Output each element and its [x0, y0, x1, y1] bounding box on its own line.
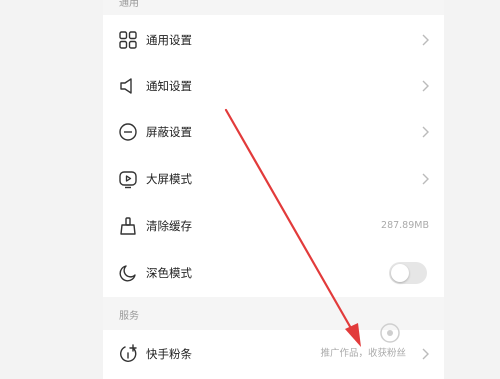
row-dark-mode-label: 深色模式: [146, 266, 192, 280]
boost-icon: [120, 344, 137, 362]
row-notification-settings-label: 通知设置: [146, 79, 192, 93]
moon-icon: [119, 265, 136, 282]
chevron-right-icon: [422, 126, 429, 138]
section-header-services: 服务: [119, 311, 139, 322]
dark-mode-toggle[interactable]: [389, 262, 427, 284]
chevron-right-icon: [422, 34, 429, 46]
row-general-settings-label: 通用设置: [146, 33, 192, 47]
boost-description: 推广作品，收获粉丝: [320, 348, 406, 359]
row-kuaishou-boost-label: 快手粉条: [146, 347, 192, 361]
watermark-logo: [380, 323, 400, 343]
row-big-screen-mode[interactable]: 大屏模式: [103, 156, 444, 202]
row-clear-cache-label: 清除缓存: [146, 219, 192, 233]
row-notification-settings[interactable]: 通知设置: [103, 63, 444, 109]
play-screen-icon: [119, 171, 137, 189]
toggle-knob: [391, 264, 409, 282]
chevron-right-icon: [422, 348, 429, 360]
cache-size-value: 287.89MB: [381, 220, 429, 231]
row-dark-mode[interactable]: 深色模式: [103, 250, 444, 296]
speaker-icon: [120, 78, 132, 94]
general-settings-card: 通用设置 通知设置 屏蔽设置 大屏模式 清除缓存 287.89MB 深色模式: [103, 15, 444, 297]
grid-icon: [119, 31, 137, 49]
chevron-right-icon: [422, 173, 429, 185]
row-block-settings[interactable]: 屏蔽设置: [103, 109, 444, 155]
broom-icon: [120, 217, 136, 235]
row-general-settings[interactable]: 通用设置: [103, 17, 444, 63]
row-block-settings-label: 屏蔽设置: [146, 125, 192, 139]
row-big-screen-mode-label: 大屏模式: [146, 172, 192, 186]
block-icon: [119, 123, 137, 141]
chevron-right-icon: [422, 80, 429, 92]
section-header-general: 通用: [119, 0, 139, 9]
row-clear-cache[interactable]: 清除缓存 287.89MB: [103, 203, 444, 249]
